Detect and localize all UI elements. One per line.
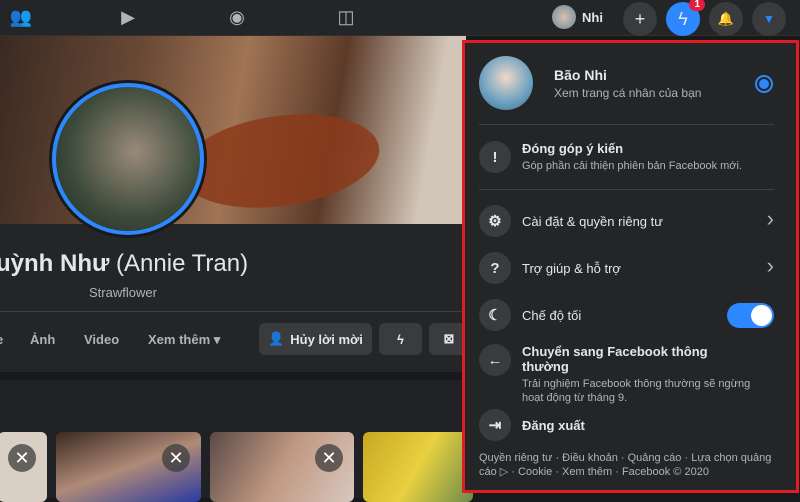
photo-thumbnail[interactable]: ✕	[210, 432, 354, 502]
menu-settings[interactable]: ⚙ Cài đặt & quyền riêng tư	[479, 205, 663, 237]
notification-badge: 1	[689, 0, 705, 11]
notifications-button[interactable]: 🔔	[709, 2, 743, 36]
profile-sub: Xem trang cá nhân của bạn	[554, 85, 702, 100]
gaming-icon[interactable]: ◫	[334, 6, 358, 28]
close-icon[interactable]: ✕	[315, 444, 343, 472]
cancel-request-label: Hủy lời mời	[290, 331, 363, 347]
divider	[479, 124, 774, 125]
name-alt: (Annie Tran)	[116, 250, 249, 277]
menu-feedback[interactable]: ! Đóng góp ý kiến Góp phần cải thiện phiê…	[479, 141, 742, 173]
divider	[0, 311, 466, 312]
feedback-sub: Góp phần cải thiện phiên bản Facebook mớ…	[522, 160, 743, 172]
messenger-button[interactable]: ϟ 1	[666, 0, 705, 36]
tab-videos[interactable]: Video	[84, 332, 119, 347]
account-menu-button[interactable]: ▼	[752, 2, 786, 36]
logout-label: Đăng xuất	[522, 417, 585, 433]
photo-thumbnail[interactable]: ✕	[0, 432, 47, 502]
avatar	[479, 56, 533, 110]
tab-more[interactable]: Xem thêm ▾	[148, 332, 220, 348]
profile-picture[interactable]	[52, 83, 204, 235]
message-button[interactable]: ϟ	[379, 323, 422, 355]
account-menu: Bão Nhi Xem trang cá nhân của bạn ! Đóng …	[462, 40, 799, 493]
dark-mode-label: Chế độ tối	[522, 307, 582, 323]
gear-icon: ⚙	[479, 205, 511, 237]
arrow-left-icon: ←	[479, 344, 511, 376]
feedback-title: Đóng góp ý kiến	[522, 141, 624, 156]
photo-thumbnail[interactable]: ✕	[56, 432, 201, 502]
friends-icon[interactable]: 👥	[9, 6, 33, 28]
footer-links[interactable]: Quyền riêng tư · Điều khoản · Quảng cáo …	[479, 451, 779, 479]
create-button[interactable]: +	[623, 2, 657, 36]
photo-thumbnail[interactable]	[363, 432, 473, 502]
logout-icon: ⇥	[479, 409, 511, 441]
settings-label: Cài đặt & quyền riêng tư	[522, 213, 663, 229]
groups-icon[interactable]: ◉	[225, 6, 249, 28]
menu-help[interactable]: ? Trợ giúp & hỗ trợ	[479, 252, 621, 284]
divider	[479, 189, 774, 190]
messenger-icon: ϟ	[678, 8, 688, 29]
top-bar: 👥 ▶ ◉ ◫ Nhi + ϟ 1 🔔 ▼	[0, 0, 800, 36]
avatar	[552, 5, 576, 29]
menu-profile[interactable]: Bão Nhi Xem trang cá nhân của bạn	[479, 56, 701, 110]
plus-icon: +	[634, 8, 646, 29]
close-icon[interactable]: ✕	[8, 444, 36, 472]
chevron-right-icon: ›	[766, 253, 774, 278]
user-name: Nhi	[582, 9, 603, 25]
person-icon: 👤	[268, 331, 285, 346]
dark-mode-toggle[interactable]	[727, 303, 774, 328]
menu-logout[interactable]: ⇥ Đăng xuất	[479, 409, 585, 441]
menu-classic-facebook[interactable]: ← Chuyển sang Facebook thông thường Trải …	[479, 344, 756, 405]
profile-subtitle: Strawflower	[89, 285, 157, 300]
tab-about[interactable]: e	[0, 332, 3, 347]
feedback-icon: !	[479, 141, 511, 173]
caret-down-icon: ▼	[763, 12, 775, 26]
bell-icon: 🔔	[717, 11, 735, 26]
close-icon[interactable]: ✕	[162, 444, 190, 472]
profile-shortcut[interactable]: Nhi	[552, 5, 603, 29]
messenger-icon: ϟ	[397, 331, 404, 347]
radio-selected-icon[interactable]	[755, 75, 773, 93]
chevron-right-icon: ›	[766, 206, 774, 231]
classic-sub: Trải nghiệm Facebook thông thường sẽ ngừ…	[522, 378, 751, 404]
cancel-request-button[interactable]: 👤 Hủy lời mời	[259, 323, 372, 355]
moon-icon: ☾	[479, 299, 511, 331]
name-main: uỳnh Như	[0, 250, 110, 277]
tab-photos[interactable]: Ảnh	[30, 332, 55, 347]
profile-name: uỳnh Như (Annie Tran)	[0, 250, 248, 278]
menu-dark-mode: ☾ Chế độ tối	[479, 299, 581, 331]
help-label: Trợ giúp & hỗ trợ	[522, 260, 621, 276]
classic-title: Chuyển sang Facebook thông thường	[522, 344, 708, 374]
help-icon: ?	[479, 252, 511, 284]
block-icon: ⊠	[443, 331, 455, 346]
profile-name: Bão Nhi	[554, 66, 607, 83]
watch-icon[interactable]: ▶	[116, 6, 140, 28]
